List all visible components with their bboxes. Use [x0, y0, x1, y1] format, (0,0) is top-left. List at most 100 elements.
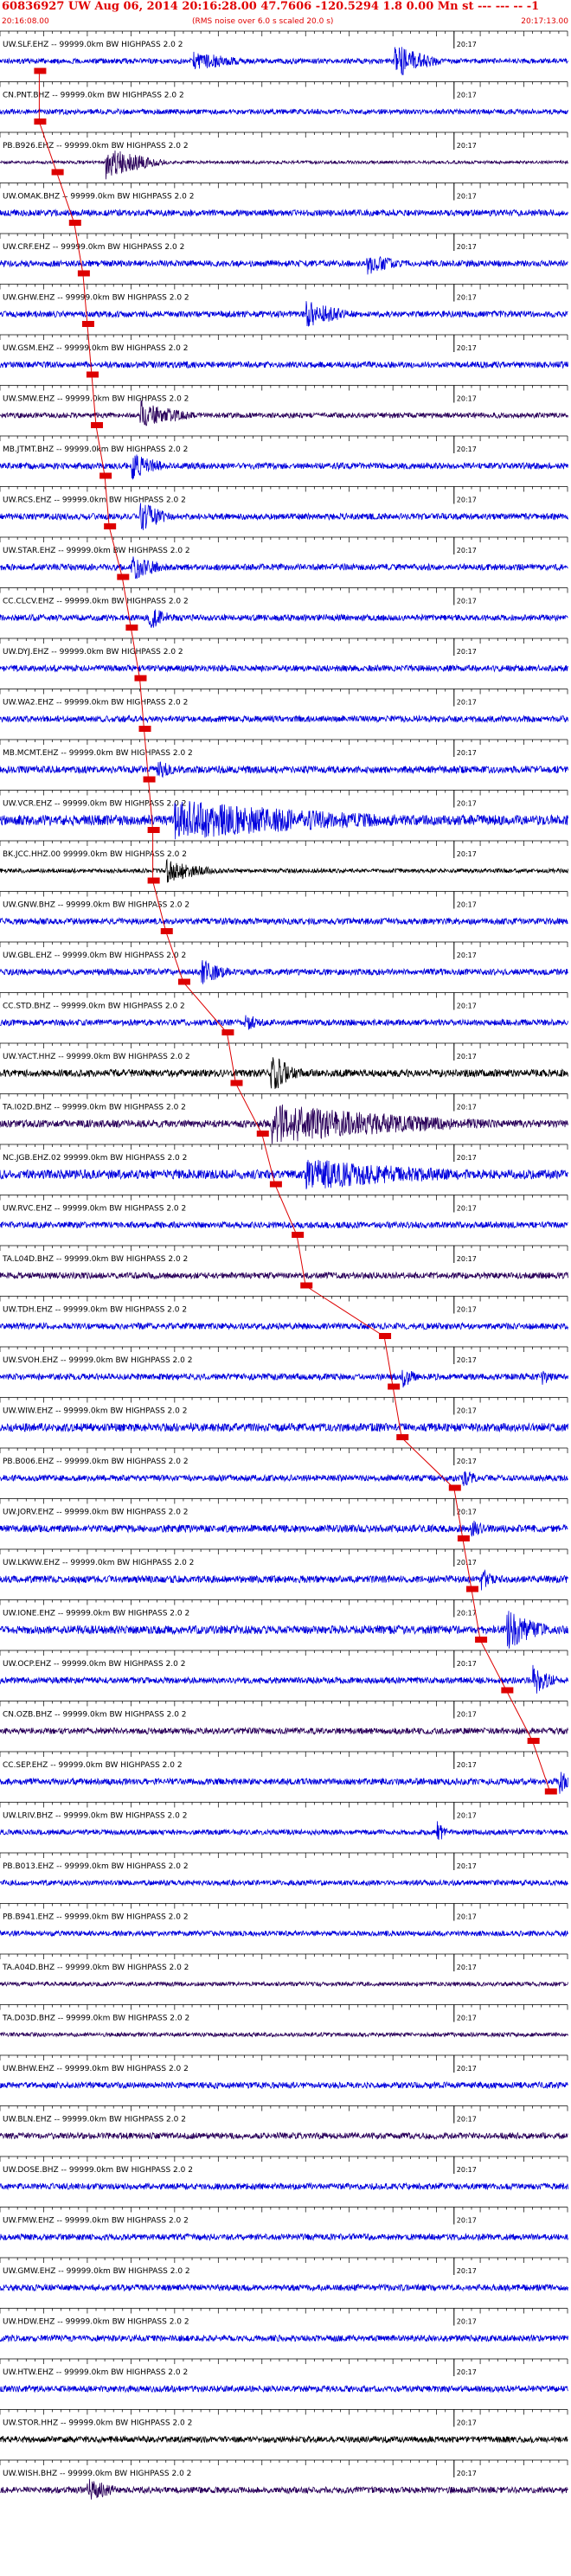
pick-marker [221, 1029, 234, 1035]
trace-row: 20:17 UW.TDH.EHZ -- 99999.0km BW HIGHPASS… [0, 1296, 568, 1339]
trace-label: UW.JORV.EHZ -- 99999.0km BW HIGHPASS 2.0… [3, 1509, 189, 1517]
trace-row: 20:17 CN.PNT.BHZ -- 99999.0km BW HIGHPASS… [0, 81, 568, 125]
waveform-trace [0, 858, 568, 883]
minute-label: 20:17 [457, 395, 477, 403]
pick-marker [138, 726, 151, 732]
waveform-trace [0, 1664, 568, 1694]
waveform-trace [0, 2182, 568, 2191]
waveform-trace [0, 2080, 568, 2090]
pick-marker [68, 220, 81, 226]
minute-label: 20:17 [457, 142, 477, 150]
waveform-trace [0, 663, 568, 673]
trace-label: UW.VCR.EHZ -- 99999.0km BW HIGHPASS 2.0 … [3, 800, 186, 809]
trace-row: 20:17 BK.JCC.HHZ.00 99999.0km BW HIGHPASS… [0, 840, 568, 884]
trace-row: 20:17 UW.OCP.EHZ -- 99999.0km BW HIGHPASS… [0, 1650, 568, 1694]
waveform-trace [0, 1980, 568, 1988]
waveform-trace [0, 1568, 568, 1591]
pick-marker [457, 1535, 470, 1541]
waveform-trace [0, 2131, 568, 2141]
waveform-trace [0, 1929, 568, 1938]
minute-label: 20:17 [457, 1003, 477, 1010]
pick-marker [465, 1586, 478, 1592]
minute-label: 20:17 [457, 749, 477, 757]
minute-label: 20:17 [457, 901, 477, 909]
waveform-trace [0, 556, 568, 580]
minute-label: 20:17 [457, 2470, 477, 2477]
trace-label: TA.I02D.BHZ -- 99999.0km BW HIGHPASS 2.0… [2, 1104, 186, 1112]
trace-row: 20:17 UW.DYJ.EHZ -- 99999.0km BW HIGHPASS… [0, 638, 568, 682]
waveform-trace [0, 208, 568, 218]
minute-label: 20:17 [457, 1458, 477, 1465]
trace-row: 20:17 UW.BLN.EHZ -- 99999.0km BW HIGHPASS… [0, 2105, 568, 2141]
trace-row: 20:17 UW.GNW.BHZ -- 99999.0km BW HIGHPASS… [0, 891, 568, 934]
minute-label: 20:17 [457, 1205, 477, 1213]
pick-marker [396, 1434, 409, 1440]
minute-label: 20:17 [457, 1154, 477, 1162]
trace-row: 20:17 PB.B941.EHZ -- 99999.0km BW HIGHPAS… [0, 1903, 568, 1938]
trace-label: PB.B013.EHZ -- 99999.0km BW HIGHPASS 2.0… [3, 1862, 189, 1871]
waveform-trace [0, 1471, 568, 1486]
minute-label: 20:17 [457, 2318, 477, 2326]
pick-marker [544, 1788, 557, 1795]
trace-label: CN.PNT.BHZ -- 99999.0km BW HIGHPASS 2.0 … [3, 92, 184, 100]
trace-row: 20:17 MB.JTMT.BHZ -- 99999.0km BW HIGHPAS… [0, 435, 568, 480]
trace-row: 20:17 UW.WISH.BHZ -- 99999.0km BW HIGHPAS… [0, 2459, 568, 2500]
minute-label: 20:17 [457, 1509, 477, 1516]
trace-row: 20:17 UW.BHW.EHZ -- 99999.0km BW HIGHPASS… [0, 2054, 568, 2090]
noise-note: (RMS noise over 6.0 s scaled 20.0 s) [192, 17, 334, 26]
pick-marker [134, 675, 147, 682]
waveform-trace [0, 2384, 568, 2393]
trace-label: UW.TDH.EHZ -- 99999.0km BW HIGHPASS 2.0 … [3, 1306, 187, 1315]
minute-label: 20:17 [457, 648, 477, 656]
trace-label: UW.GBL.EHZ -- 99999.0km BW HIGHPASS 2.0 … [3, 952, 186, 960]
waveform-trace [0, 2283, 568, 2292]
trace-label: UW.CRF.EHZ -- 99999.0km BW HIGHPASS 2.0 … [3, 243, 184, 252]
trace-row: 20:17 NC.JGB.EHZ.02 99999.0km BW HIGHPASS… [0, 1144, 568, 1189]
trace-row: 20:17 UW.VCR.EHZ -- 99999.0km BW HIGHPASS… [0, 790, 568, 840]
start-time-label: 20:16:08.00 [2, 17, 49, 26]
trace-label: UW.GHW.EHZ -- 99999.0km BW HIGHPASS 2.0 … [3, 294, 189, 303]
trace-label: UW.LRIV.BHZ -- 99999.0km BW HIGHPASS 2.0… [3, 1812, 187, 1821]
waveform-trace [0, 1727, 568, 1736]
trace-label: UW.BLN.EHZ -- 99999.0km BW HIGHPASS 2.0 … [3, 2116, 186, 2124]
trace-row: 20:17 UW.HDW.EHZ -- 99999.0km BW HIGHPASS… [0, 2308, 568, 2343]
trace-label: UW.IONE.EHZ -- 99999.0km BW HIGHPASS 2.0… [3, 1610, 189, 1618]
pick-marker [117, 574, 130, 580]
trace-row: 20:17 UW.RVC.EHZ -- 99999.0km BW HIGHPASS… [0, 1195, 568, 1238]
minute-label: 20:17 [457, 243, 477, 251]
minute-label: 20:17 [457, 41, 477, 48]
waveform-trace [0, 2435, 568, 2444]
trace-label: NC.JGB.EHZ.02 99999.0km BW HIGHPASS 2.0 … [3, 1154, 187, 1163]
trace-label: UW.SVOH.EHZ -- 99999.0km BW HIGHPASS 2.0… [3, 1356, 192, 1365]
pick-marker [91, 422, 104, 428]
minute-label: 20:17 [457, 1306, 477, 1314]
trace-label: UW.BHW.EHZ -- 99999.0km BW HIGHPASS 2.0 … [3, 2065, 189, 2073]
waveform-trace [0, 503, 568, 530]
trace-row: 20:17 UW.STOR.HHZ -- 99999.0km BW HIGHPAS… [0, 2409, 568, 2444]
trace-label: UW.DYJ.EHZ -- 99999.0km BW HIGHPASS 2.0 … [3, 648, 183, 657]
trace-label: UW.DOSE.BHZ -- 99999.0km BW HIGHPASS 2.0… [3, 2166, 193, 2175]
waveform-trace [0, 761, 568, 779]
trace-row: 20:17 UW.YACT.HHZ -- 99999.0km BW HIGHPAS… [0, 1042, 568, 1089]
waveform-trace [0, 1220, 568, 1230]
trace-row: 20:17 UW.DOSE.BHZ -- 99999.0km BW HIGHPAS… [0, 2156, 568, 2191]
trace-row: 20:17 UW.GBL.EHZ -- 99999.0km BW HIGHPASS… [0, 941, 568, 985]
minute-label: 20:17 [457, 2065, 477, 2073]
trace-label: CC.SEP.EHZ -- 99999.0km BW HIGHPASS 2.0 … [3, 1761, 183, 1770]
trace-label: UW.STAR.EHZ -- 99999.0km BW HIGHPASS 2.0… [3, 547, 190, 555]
pick-marker [99, 472, 112, 479]
waveform-trace [0, 1015, 568, 1030]
trace-row: 20:17 UW.WIW.EHZ -- 99999.0km BW HIGHPASS… [0, 1397, 568, 1440]
minute-label: 20:17 [457, 2368, 477, 2376]
minute-label: 20:17 [457, 344, 477, 352]
minute-label: 20:17 [457, 1862, 477, 1870]
trace-row: 20:17 UW.SLF.EHZ -- 99999.0km BW HIGHPASS… [0, 30, 568, 76]
trace-row: 20:17 UW.GHW.EHZ -- 99999.0km BW HIGHPASS… [0, 284, 568, 327]
pick-marker [448, 1484, 461, 1491]
waveform-trace [0, 454, 568, 480]
waveform-trace [0, 2031, 568, 2038]
minute-label: 20:17 [457, 1356, 477, 1364]
minute-label: 20:17 [457, 2267, 477, 2275]
end-time-label: 20:17:13.00 [521, 17, 568, 26]
minute-label: 20:17 [457, 294, 477, 302]
